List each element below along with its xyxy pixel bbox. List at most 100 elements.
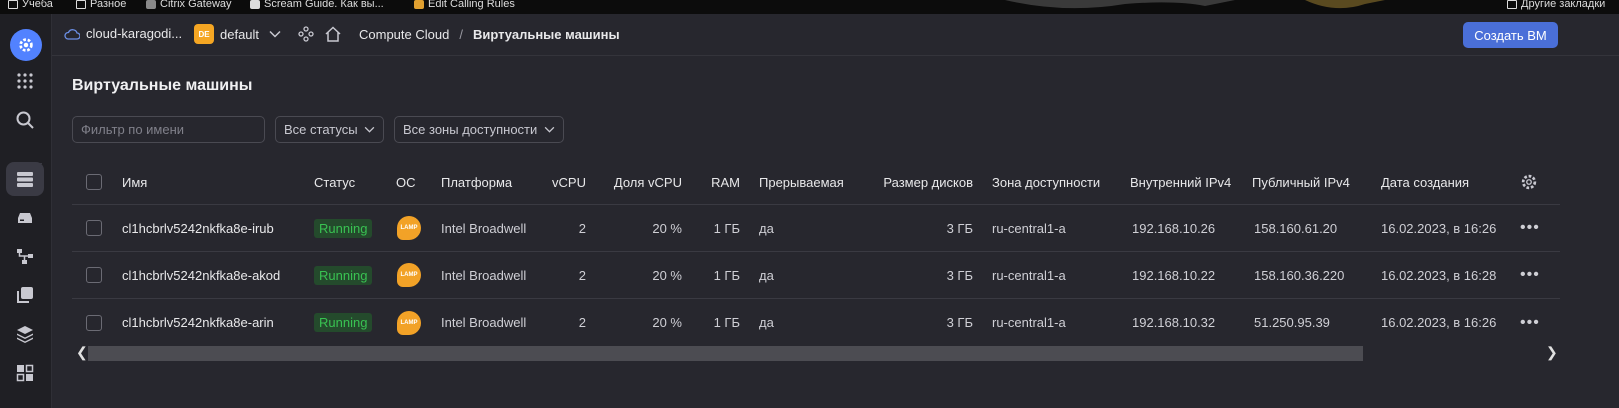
cloud-name: cloud-karagodi... — [86, 26, 183, 41]
breadcrumb-service[interactable]: Compute Cloud — [359, 27, 449, 42]
vm-name[interactable]: cl1hcbrlv5242nkfka8e-arin — [122, 299, 274, 346]
table-row[interactable]: cl1hcbrlv5242nkfka8e-akod Running LAMP I… — [72, 252, 1560, 299]
col-vcpu-share[interactable]: Доля vCPU — [602, 160, 682, 204]
internal-ip: 192.168.10.32 — [1132, 315, 1216, 330]
platform: Intel Broadwell — [441, 220, 527, 236]
row-select-cell — [86, 299, 102, 346]
vcpu-share: 20 % — [652, 220, 682, 236]
vcpu: 2 — [578, 267, 586, 283]
folder-icon — [76, 0, 86, 9]
sidebar — [0, 14, 52, 408]
bookmark-item[interactable]: Citrix Gateway — [146, 0, 232, 10]
bookmark-item[interactable]: Edit Calling Rules — [414, 0, 515, 10]
col-zone[interactable]: Зона доступности — [992, 160, 1100, 204]
row-menu-button[interactable]: ••• — [1520, 299, 1540, 346]
row-checkbox[interactable] — [86, 220, 102, 236]
zone-select[interactable]: Все зоны доступности — [394, 116, 564, 143]
public-ip: 158.160.61.20 — [1254, 220, 1338, 236]
row-select-cell — [86, 205, 102, 251]
gear-icon — [19, 38, 33, 52]
main-content: Виртуальные машины Все статусы Все зоны … — [52, 56, 1619, 408]
table-settings-button[interactable] — [1520, 160, 1538, 204]
col-vcpu[interactable]: vCPU — [542, 160, 586, 204]
col-platform[interactable]: Платформа — [441, 160, 512, 204]
select-all-checkbox[interactable] — [86, 174, 102, 190]
col-name[interactable]: Имя — [122, 160, 147, 204]
sidebar-item-vms[interactable] — [6, 162, 44, 196]
table-row[interactable]: cl1hcbrlv5242nkfka8e-arin Running LAMP I… — [72, 299, 1560, 346]
table-header: Имя Статус ОС Платформа vCPU Доля vCPU R… — [72, 160, 1560, 205]
public-ip: 51.250.95.39 — [1254, 315, 1330, 330]
sidebar-item-snapshots[interactable] — [6, 278, 44, 312]
created: 16.02.2023, в 16:28 — [1381, 267, 1497, 283]
sidebar-item-services[interactable] — [6, 64, 44, 98]
table-row[interactable]: cl1hcbrlv5242nkfka8e-irub Running LAMP I… — [72, 205, 1560, 252]
row-checkbox[interactable] — [86, 314, 102, 331]
vcpu-share: 20 % — [652, 267, 682, 283]
vcpu: 2 — [578, 220, 586, 236]
col-public-ip[interactable]: Публичный IPv4 — [1252, 160, 1350, 204]
chevron-down-icon — [364, 126, 375, 133]
scroll-left-arrow[interactable]: ❮ — [76, 344, 88, 361]
col-status[interactable]: Статус — [314, 160, 355, 204]
ram: 1 ГБ — [713, 315, 740, 330]
platform: Intel Broadwell — [441, 267, 527, 283]
home-button[interactable] — [324, 25, 342, 46]
sidebar-item-search[interactable] — [6, 103, 44, 137]
name-filter-input[interactable] — [81, 122, 256, 137]
status-cell: Running — [314, 205, 373, 251]
lamp-icon: LAMP — [397, 310, 421, 335]
vm-name[interactable]: cl1hcbrlv5242nkfka8e-irub — [122, 205, 274, 251]
citrix-icon — [146, 0, 156, 9]
row-menu-button[interactable]: ••• — [1520, 252, 1540, 298]
bookmark-item[interactable]: Разное — [76, 0, 126, 10]
lamp-icon: LAMP — [397, 216, 421, 240]
folder-selector[interactable]: DE default — [194, 24, 281, 44]
group-icon — [16, 364, 34, 382]
sidebar-item-disks[interactable] — [6, 201, 44, 235]
bookmark-other[interactable]: Другие закладки — [1507, 0, 1605, 10]
service-logo[interactable] — [10, 29, 42, 61]
scroll-right-arrow[interactable]: ❯ — [1546, 344, 1558, 361]
col-internal-ip[interactable]: Внутренний IPv4 — [1130, 160, 1231, 204]
vm-name[interactable]: cl1hcbrlv5242nkfka8e-akod — [122, 252, 280, 298]
os-cell: LAMP — [397, 299, 421, 346]
breadcrumb-separator: / — [459, 27, 463, 42]
sidebar-item-placement-groups[interactable] — [6, 239, 44, 273]
sidebar-item-instance-groups[interactable] — [6, 356, 44, 390]
status-select-value: Все статусы — [284, 122, 358, 137]
zone: ru-central1-a — [992, 267, 1066, 283]
vcpu-share: 20 % — [652, 315, 682, 330]
hub-button[interactable] — [298, 26, 314, 45]
breadcrumb: Compute Cloud / Виртуальные машины — [359, 27, 620, 42]
status-select[interactable]: Все статусы — [275, 116, 384, 143]
disk-icon — [18, 213, 32, 223]
sidebar-item-images[interactable] — [6, 317, 44, 351]
horizontal-scrollbar[interactable]: ❮ ❯ — [72, 341, 1560, 361]
public-ip: 158.160.36.220 — [1254, 267, 1345, 283]
network-icon — [17, 249, 33, 264]
bookmark-item[interactable]: Scream Guide. Как вы... — [250, 0, 384, 10]
folder-icon — [8, 0, 18, 9]
ram: 1 ГБ — [713, 267, 740, 283]
home-icon — [325, 26, 341, 42]
col-created[interactable]: Дата создания — [1381, 160, 1469, 204]
preemptible: да — [759, 315, 774, 330]
row-checkbox[interactable] — [86, 267, 102, 283]
scrollbar-thumb[interactable] — [88, 346, 1363, 361]
create-vm-button[interactable]: Создать ВМ — [1463, 22, 1558, 48]
col-preemptible[interactable]: Прерываемая — [759, 160, 844, 204]
page-icon — [414, 0, 424, 9]
row-menu-button[interactable]: ••• — [1520, 205, 1540, 251]
created: 16.02.2023, в 16:26 — [1381, 220, 1497, 236]
name-filter[interactable] — [72, 116, 265, 143]
col-disk-size[interactable]: Размер дисков — [862, 160, 973, 204]
col-ram[interactable]: RAM — [692, 160, 740, 204]
bookmark-item[interactable]: Учеба — [8, 0, 53, 10]
disk-size: 3 ГБ — [946, 315, 973, 330]
ram: 1 ГБ — [713, 220, 740, 236]
preemptible: да — [759, 267, 774, 283]
col-os[interactable]: ОС — [396, 160, 416, 204]
chevron-down-icon — [544, 126, 555, 133]
cloud-selector[interactable]: cloud-karagodi... — [64, 26, 182, 41]
